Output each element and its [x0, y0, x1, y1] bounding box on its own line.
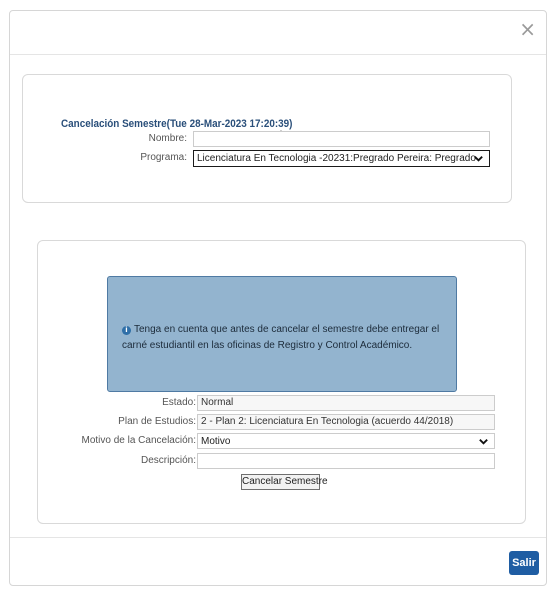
- estado-label: Estado:: [162, 397, 196, 408]
- student-program-panel: Cancelación Semestre(Tue 28-Mar-2023 17:…: [22, 74, 512, 203]
- cancel-semester-dialog: × Cancelación Semestre(Tue 28-Mar-2023 1…: [9, 10, 547, 586]
- cancel-semester-button[interactable]: Cancelar Semestre: [241, 474, 328, 490]
- info-icon: i: [122, 326, 131, 335]
- exit-button[interactable]: Salir: [509, 551, 539, 575]
- chevron-down-icon: [479, 439, 488, 445]
- info-alert: i Tenga en cuenta que antes de cancelar e…: [107, 276, 457, 392]
- motivo-label: Motivo de la Cancelación:: [81, 435, 196, 446]
- programa-select[interactable]: Licenciatura En Tecnologia -20231:Pregra…: [193, 150, 490, 167]
- alert-text: Tenga en cuenta que antes de cancelar el…: [122, 324, 440, 351]
- estado-field: Normal: [197, 395, 495, 411]
- descripcion-label: Descripción:: [140, 455, 196, 466]
- nombre-field[interactable]: [193, 131, 490, 147]
- plan-label: Plan de Estudios:: [118, 416, 196, 427]
- nombre-label: Nombre:: [148, 133, 187, 144]
- alert-message: i Tenga en cuenta que antes de cancelar e…: [122, 322, 452, 354]
- motivo-selected-value: Motivo: [201, 436, 231, 447]
- panel-title: Cancelación Semestre(Tue 28-Mar-2023 17:…: [61, 118, 293, 130]
- footer-divider: [10, 537, 546, 538]
- programa-label: Programa:: [140, 152, 187, 163]
- plan-field: 2 - Plan 2: Licenciatura En Tecnologia (…: [197, 414, 495, 430]
- cancellation-panel: i Tenga en cuenta que antes de cancelar e…: [37, 240, 526, 524]
- chevron-down-icon: [474, 156, 483, 162]
- programa-selected-value: Licenciatura En Tecnologia -20231:Pregra…: [197, 153, 476, 164]
- close-icon[interactable]: ×: [519, 19, 536, 39]
- motivo-select[interactable]: Motivo: [197, 433, 495, 449]
- header-divider: [10, 54, 546, 55]
- descripcion-field[interactable]: [197, 453, 495, 469]
